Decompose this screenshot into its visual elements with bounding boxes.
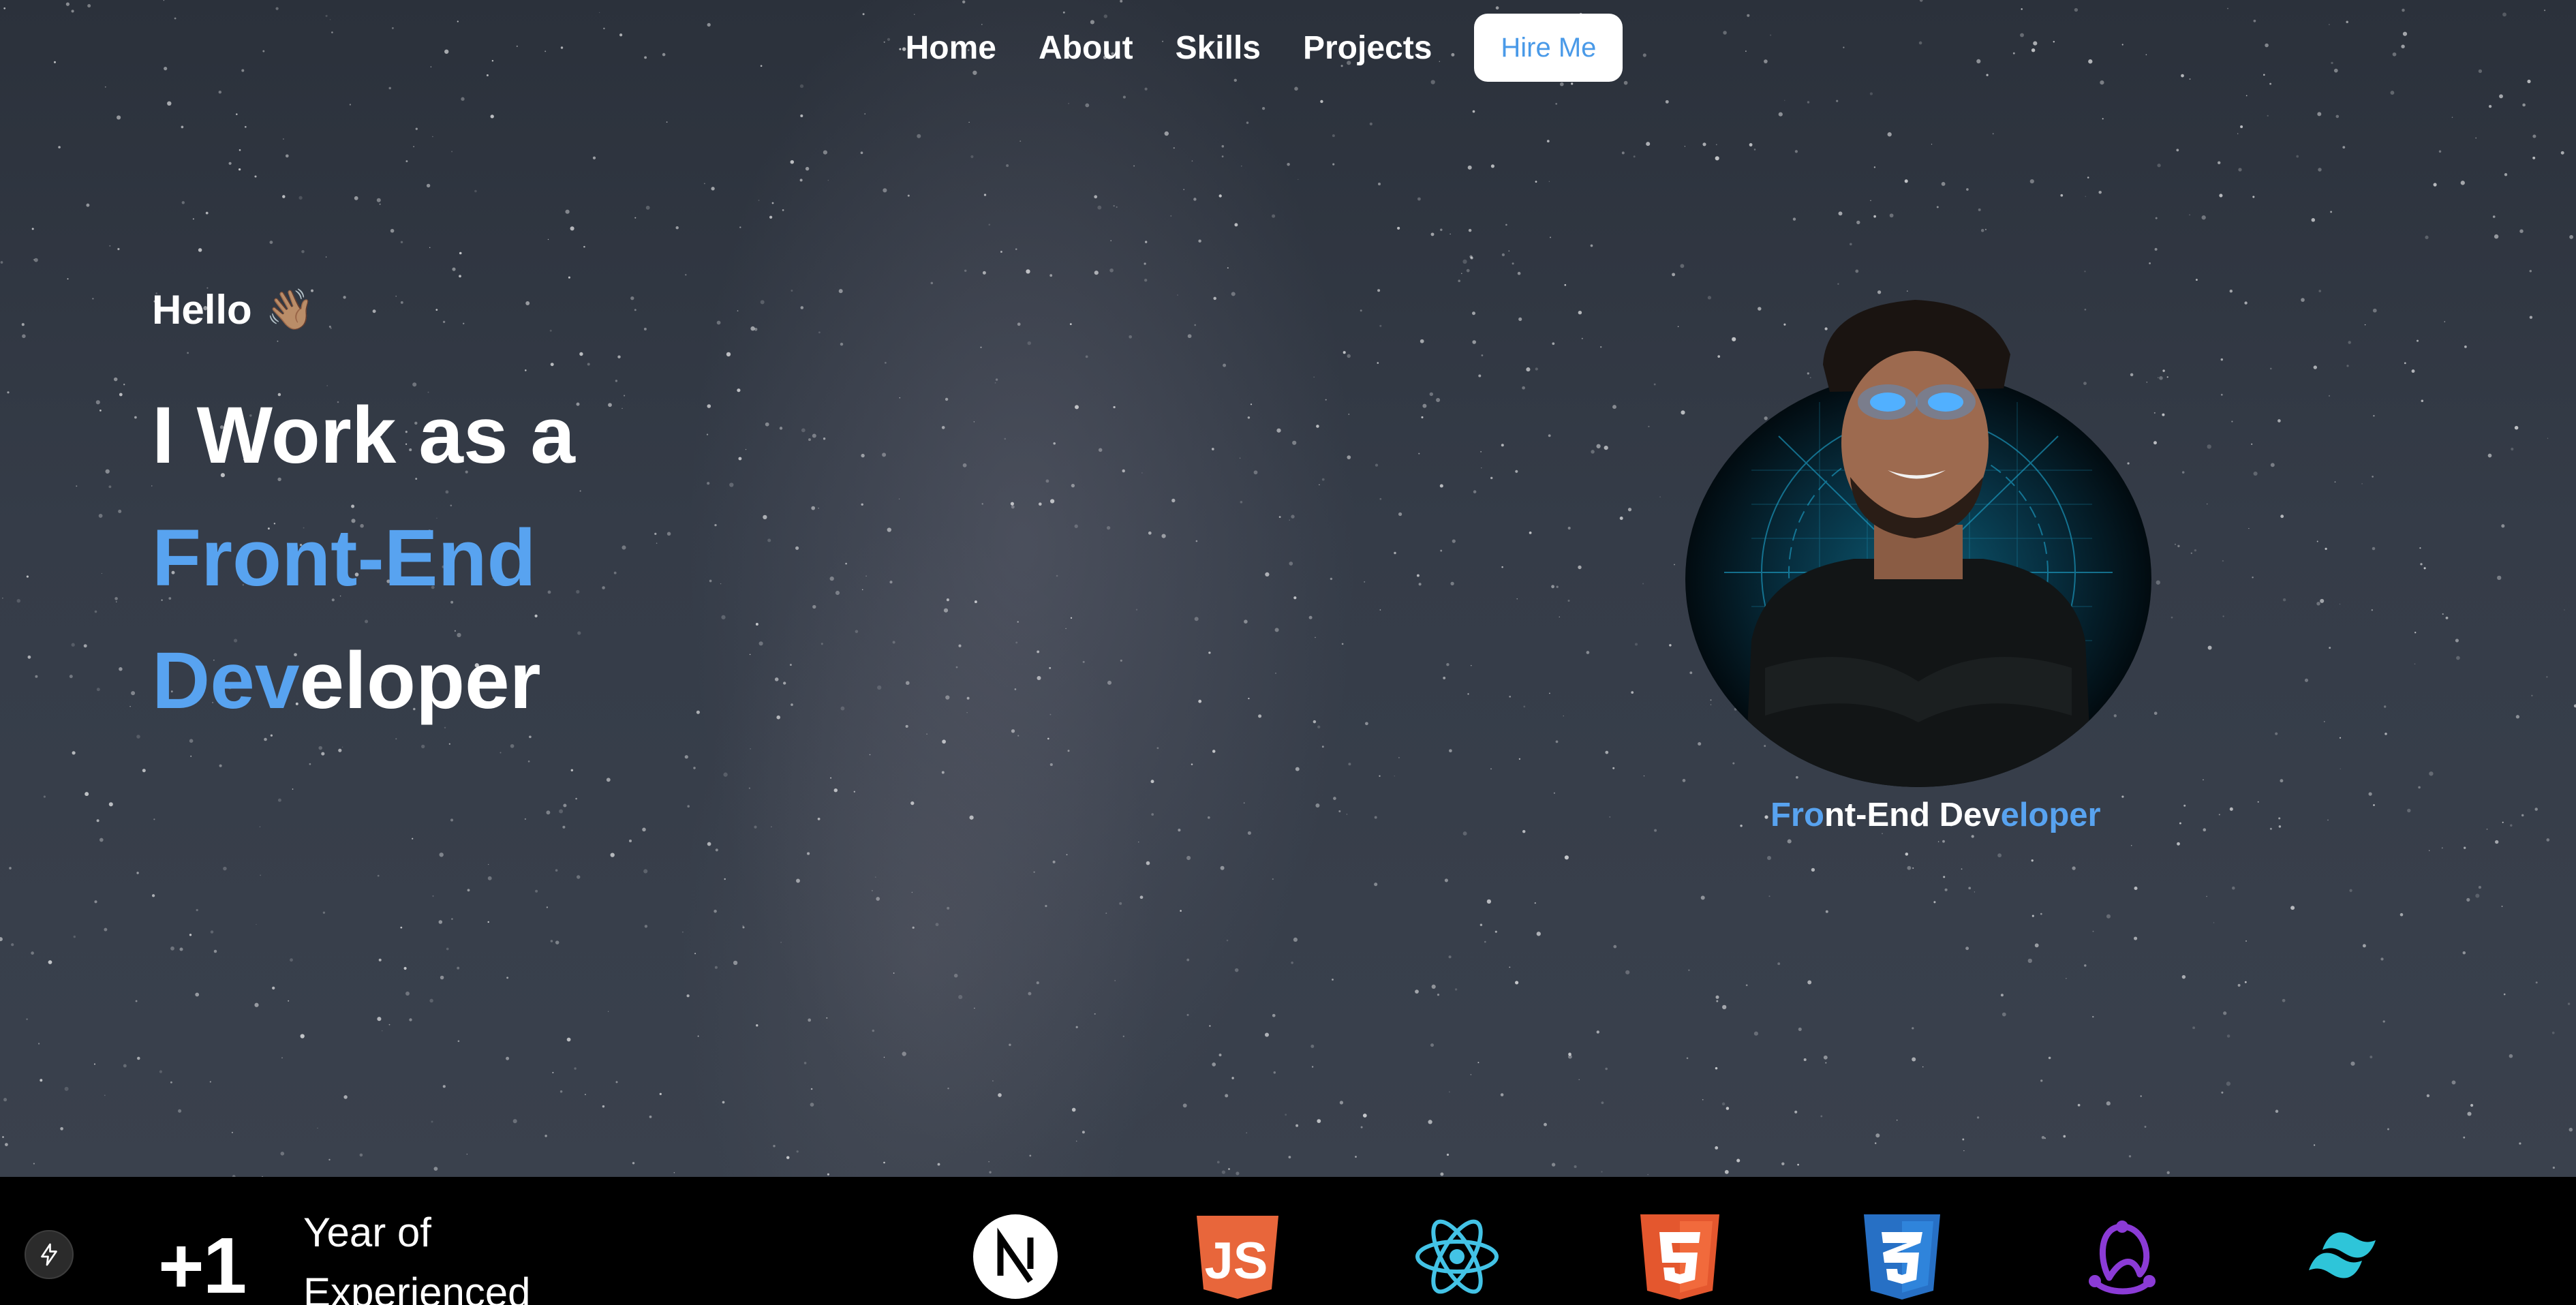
headline-line-1: I Work as a — [152, 390, 575, 480]
nav-link-home[interactable]: Home — [906, 29, 996, 67]
headline-line-3-blue: Dev — [152, 636, 300, 726]
experience-label-line-2: Experienced — [303, 1270, 531, 1305]
react-icon — [1415, 1219, 1499, 1294]
redux-icon — [2089, 1220, 2156, 1295]
theme-toggle-button[interactable] — [25, 1230, 74, 1279]
html5-icon — [1640, 1214, 1719, 1300]
experience-count: +1 — [158, 1221, 247, 1305]
lightning-bolt-icon — [41, 1243, 57, 1266]
headline-line-2: Front-End — [152, 513, 536, 603]
headline-line-3: Developer — [152, 619, 575, 742]
caption-part-3: eloper — [2000, 797, 2101, 833]
headline: I Work as a Front-End Developer — [152, 374, 575, 742]
svg-text:JS: JS — [1205, 1232, 1268, 1290]
nav-link-skills[interactable]: Skills — [1176, 29, 1261, 67]
experience-label: Year of Experienced — [303, 1203, 576, 1305]
javascript-icon: JS — [1197, 1216, 1278, 1299]
nextjs-icon — [973, 1214, 1058, 1299]
caption-part-1: Fro — [1770, 797, 1824, 833]
avatar-caption: Front-End Developer — [1770, 796, 2101, 834]
waving-hand-icon: 👋🏽 — [265, 287, 315, 332]
nav-link-projects[interactable]: Projects — [1303, 29, 1432, 67]
top-navigation: Home About Skills Projects Hire Me — [0, 0, 2576, 95]
greeting: Hello 👋🏽 — [152, 286, 575, 333]
hire-me-button[interactable]: Hire Me — [1474, 14, 1623, 82]
experience-label-line-1: Year of — [303, 1210, 431, 1255]
nav-links: Home About Skills Projects Hire Me — [906, 14, 1623, 82]
developer-portrait — [1685, 300, 2151, 787]
headline-line-3-white: eloper — [299, 636, 541, 726]
hero-text: Hello 👋🏽 I Work as a Front-End Developer — [152, 286, 575, 742]
profile-avatar — [1683, 300, 2153, 790]
tailwind-icon — [2309, 1232, 2376, 1278]
greeting-text: Hello — [152, 287, 252, 333]
nav-link-about[interactable]: About — [1039, 29, 1133, 67]
caption-part-2: nt-End Dev — [1824, 797, 2001, 833]
css3-icon — [1864, 1214, 1940, 1300]
